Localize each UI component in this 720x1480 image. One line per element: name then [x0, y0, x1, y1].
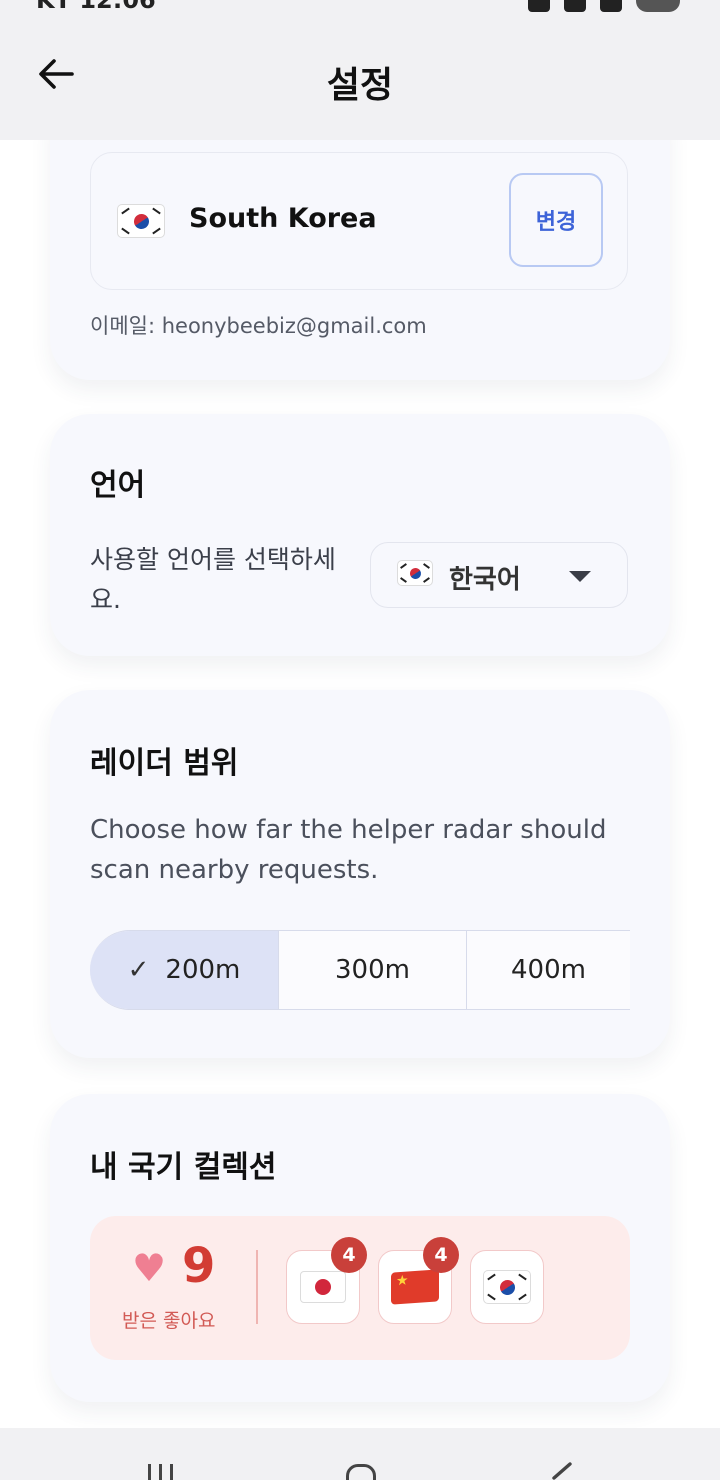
- like-count: 9: [182, 1238, 216, 1294]
- like-label: 받은 좋아요: [122, 1310, 216, 1332]
- selected-language: 한국어: [449, 565, 521, 595]
- radar-description: Choose how far the helper radar should s…: [90, 815, 607, 885]
- email-text: 이메일: heonybeebiz@gmail.com: [90, 314, 427, 338]
- status-bar: KT 12:06: [0, 0, 720, 20]
- country-card: South Korea 변경 이메일: heonybeebiz@gmail.co…: [50, 140, 670, 380]
- country-name: South Korea: [189, 203, 377, 234]
- home-button[interactable]: [346, 1464, 376, 1480]
- app-header: 설정: [0, 20, 720, 140]
- flag-collection-card: 내 국기 컬렉션 ♥ 9 받은 좋아요 4 ★ 4: [50, 1094, 670, 1402]
- radar-option-label: 400m: [511, 955, 586, 985]
- flag-collection-title: 내 국기 컬렉션: [90, 1150, 277, 1185]
- flag-badge: 4: [423, 1237, 459, 1273]
- radar-option-300m[interactable]: 300m: [278, 931, 466, 1009]
- settings-content[interactable]: South Korea 변경 이메일: heonybeebiz@gmail.co…: [0, 140, 720, 1428]
- cn-flag-icon: ★: [391, 1269, 439, 1305]
- battery-icon: [636, 0, 680, 12]
- kr-flag-icon: [117, 204, 165, 238]
- language-select[interactable]: 한국어: [370, 542, 628, 608]
- divider: [256, 1250, 258, 1324]
- radar-range-selector: ✓ 200m 300m 400m: [90, 930, 630, 1010]
- kr-flag-icon: [397, 560, 433, 586]
- radar-title: 레이더 범위: [90, 746, 239, 781]
- heart-icon: ♥: [132, 1246, 167, 1290]
- language-card: 언어 사용할 언어를 선택하세요. 한국어: [50, 414, 670, 656]
- flag-tile-cn[interactable]: ★ 4: [378, 1237, 459, 1324]
- signal-icon: [600, 0, 622, 12]
- flag-badge: 4: [331, 1237, 367, 1273]
- flag-tile-kr[interactable]: [470, 1250, 544, 1324]
- chevron-down-icon: [569, 571, 591, 582]
- radar-option-400m[interactable]: 400m: [466, 931, 630, 1009]
- radar-option-200m[interactable]: ✓ 200m: [90, 931, 278, 1009]
- kr-flag-icon: [483, 1270, 531, 1304]
- mute-icon: [528, 0, 550, 12]
- change-country-button[interactable]: 변경: [509, 173, 603, 267]
- jp-flag-icon: [300, 1271, 346, 1303]
- recent-apps-button[interactable]: [148, 1464, 178, 1480]
- wifi-icon: [564, 0, 586, 12]
- page-title: 설정: [326, 65, 394, 106]
- system-back-button[interactable]: [548, 1462, 574, 1480]
- check-icon: ✓: [127, 955, 150, 985]
- radar-card: 레이더 범위 Choose how far the helper radar s…: [50, 690, 670, 1058]
- system-nav-bar: [0, 1428, 720, 1480]
- chevron-left-icon: [552, 1462, 572, 1480]
- status-icons: [528, 0, 680, 12]
- status-carrier-time: KT 12:06: [36, 0, 156, 14]
- country-box: South Korea 변경: [90, 152, 628, 290]
- language-title: 언어: [90, 468, 146, 503]
- flag-tile-jp[interactable]: 4: [286, 1237, 367, 1324]
- radar-option-label: 200m: [165, 955, 241, 985]
- likes-summary: ♥ 9 받은 좋아요 4 ★ 4: [90, 1216, 630, 1360]
- radar-option-label: 300m: [335, 955, 410, 985]
- language-description: 사용할 언어를 선택하세요.: [90, 545, 336, 614]
